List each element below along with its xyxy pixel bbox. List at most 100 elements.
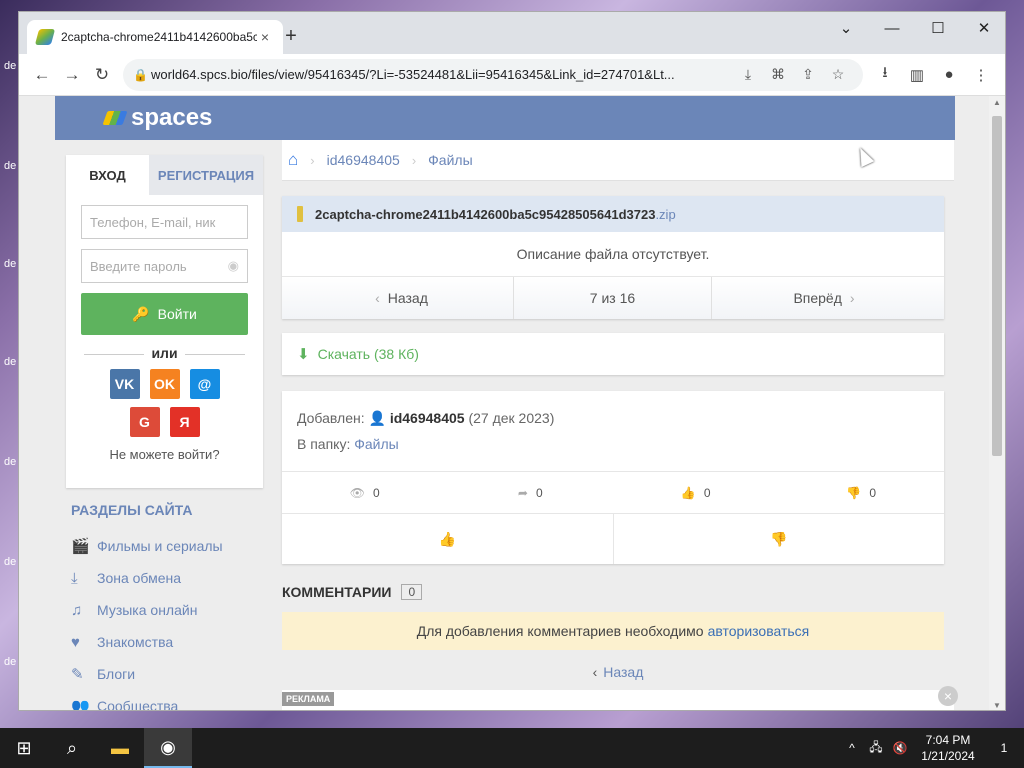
- thumbs-down-icon: 👎: [770, 530, 788, 547]
- breadcrumb-files[interactable]: Файлы: [428, 152, 472, 168]
- new-tab-button[interactable]: +: [279, 25, 303, 49]
- views-stat: 👁 0: [282, 472, 448, 513]
- folder-link[interactable]: Файлы: [354, 436, 398, 452]
- logo-text: spaces: [131, 104, 213, 131]
- search-icon[interactable]: ⌕: [48, 728, 96, 768]
- social-row-2: G Я: [66, 407, 263, 437]
- scroll-down-icon[interactable]: ▼: [993, 701, 1001, 710]
- section-item-exchange[interactable]: ⤓ Зона обмена: [66, 562, 263, 594]
- comments-title: КОММЕНТАРИИ: [282, 584, 392, 600]
- section-item-dating[interactable]: ♥ Знакомства: [66, 626, 263, 658]
- install-app-icon[interactable]: ⤓: [733, 66, 763, 83]
- address-bar[interactable]: 🔒 world64.spcs.bio/files/view/95416345/?…: [123, 58, 863, 91]
- downloads-icon[interactable]: ⭳: [869, 62, 901, 87]
- maximize-button[interactable]: ☐: [915, 16, 961, 42]
- bookmark-star-icon[interactable]: ☆: [823, 66, 853, 83]
- minimize-button[interactable]: —: [869, 16, 915, 42]
- ok-login-icon[interactable]: OK: [149, 369, 180, 399]
- section-item-films[interactable]: 🎬 Фильмы и сериалы: [66, 530, 263, 562]
- scrollbar-thumb[interactable]: [992, 116, 1002, 456]
- site-favicon-icon: [34, 29, 56, 45]
- cant-login-link[interactable]: Не можете войти?: [66, 447, 263, 462]
- network-icon[interactable]: 🖧: [864, 738, 888, 759]
- chrome-taskbar-icon[interactable]: ◉: [144, 728, 192, 768]
- download-button[interactable]: ⬇ Скачать (38 Кб): [282, 333, 944, 375]
- windows-start-icon[interactable]: ⊞: [0, 728, 48, 768]
- next-file-button[interactable]: Вперёд ›: [712, 277, 944, 319]
- vote-buttons: 👍 👎: [282, 514, 944, 564]
- password-input[interactable]: Введите пароль ◉: [81, 249, 248, 283]
- site-container: spaces ВХОД РЕГИСТРАЦИЯ Телефон, E-mail,…: [55, 96, 958, 711]
- tab-close-icon[interactable]: ×: [257, 29, 273, 45]
- folder-row: В папку: Файлы: [297, 431, 929, 457]
- thumbs-up-icon: 👍: [438, 530, 456, 547]
- ad-banner: РЕКЛАМА ×: [282, 686, 958, 710]
- section-label: Знакомства: [97, 634, 174, 650]
- thumbs-down-icon: 👎: [846, 485, 862, 500]
- notification-center-icon[interactable]: 1: [984, 741, 1024, 755]
- added-user-link[interactable]: id46948405: [390, 410, 465, 426]
- translate-icon[interactable]: ⌘: [763, 66, 793, 83]
- tab-search-button[interactable]: ⌄: [823, 16, 869, 42]
- social-row-1: VK OK @: [66, 369, 263, 399]
- url-text[interactable]: world64.spcs.bio/files/view/95416345/?Li…: [151, 67, 733, 82]
- tray-chevron-icon[interactable]: ^: [840, 741, 864, 755]
- browser-tab[interactable]: 2captcha-chrome2411b4142600ba5c954285056…: [27, 20, 283, 54]
- share-icon[interactable]: ⇪: [793, 66, 823, 83]
- side-panel-icon[interactable]: ▥: [901, 66, 933, 84]
- file-header: 2captcha-chrome2411b4142600ba5c954285056…: [282, 196, 944, 232]
- menu-icon[interactable]: ⋮: [965, 66, 997, 84]
- file-explorer-icon[interactable]: ▬: [96, 728, 144, 768]
- dislike-button[interactable]: 👎: [614, 514, 945, 564]
- comments-header: КОММЕНТАРИИ 0: [282, 584, 954, 600]
- page-scrollbar[interactable]: ▲ ▼: [989, 96, 1005, 710]
- scroll-up-icon[interactable]: ▲: [993, 98, 1001, 107]
- likes-stat[interactable]: 👍 0: [613, 472, 779, 513]
- phone-email-placeholder: Телефон, E-mail, ник: [90, 214, 216, 230]
- prev-file-button[interactable]: ‹ Назад: [282, 277, 514, 319]
- file-card: 2captcha-chrome2411b4142600ba5c954285056…: [282, 196, 944, 319]
- authorize-link[interactable]: авторизоваться: [708, 623, 810, 639]
- section-item-blogs[interactable]: ✎ Блоги: [66, 658, 263, 690]
- login-button[interactable]: 🔑 Войти: [81, 293, 248, 335]
- home-icon[interactable]: ⌂: [288, 150, 298, 170]
- vk-login-icon[interactable]: VK: [109, 369, 140, 399]
- tab-register[interactable]: РЕГИСТРАЦИЯ: [149, 155, 263, 195]
- site-logo[interactable]: spaces: [102, 104, 213, 132]
- reload-icon[interactable]: ↻: [87, 60, 117, 90]
- file-name: 2captcha-chrome2411b4142600ba5c954285056…: [315, 206, 656, 222]
- yandex-login-icon[interactable]: Я: [169, 407, 200, 437]
- login-tabs: ВХОД РЕГИСТРАЦИЯ: [66, 155, 263, 195]
- login-box: ВХОД РЕГИСТРАЦИЯ Телефон, E-mail, ник Вв…: [66, 155, 263, 488]
- shares-stat[interactable]: ➦ 0: [448, 472, 614, 513]
- phone-email-input[interactable]: Телефон, E-mail, ник: [81, 205, 248, 239]
- section-item-communities[interactable]: 👥 Сообщества: [66, 690, 263, 711]
- tab-login[interactable]: ВХОД: [66, 155, 149, 195]
- breadcrumb-user[interactable]: id46948405: [327, 152, 400, 168]
- key-icon: 🔑: [132, 305, 150, 322]
- google-login-icon[interactable]: G: [129, 407, 160, 437]
- show-password-eye-icon[interactable]: ◉: [228, 258, 239, 274]
- mailru-login-icon[interactable]: @: [189, 369, 220, 399]
- close-window-button[interactable]: ✕: [961, 16, 1005, 42]
- profile-icon[interactable]: ●: [933, 66, 965, 83]
- breadcrumb-chevron-icon: ›: [411, 152, 417, 168]
- file-description: Описание файла отсутствует.: [282, 232, 944, 277]
- like-button[interactable]: 👍: [282, 514, 614, 564]
- section-label: Музыка онлайн: [97, 602, 198, 618]
- sections-title: РАЗДЕЛЫ САЙТА: [71, 502, 193, 518]
- back-icon[interactable]: ←: [27, 60, 57, 90]
- lock-icon[interactable]: 🔒: [133, 68, 151, 82]
- forward-icon[interactable]: →: [57, 60, 87, 90]
- dislikes-stat[interactable]: 👎 0: [779, 472, 945, 513]
- back-link[interactable]: ‹ Назад: [282, 664, 954, 680]
- logo-mark-icon: [102, 111, 128, 125]
- section-label: Сообщества: [97, 698, 179, 711]
- main-column: ⌂ › id46948405 › Файлы 2captcha-chrome24…: [282, 140, 954, 680]
- folder-label: В папку:: [297, 436, 351, 452]
- section-item-music[interactable]: ♫ Музыка онлайн: [66, 594, 263, 626]
- clock[interactable]: 7:04 PM 1/21/2024: [912, 732, 984, 764]
- left-column: ВХОД РЕГИСТРАЦИЯ Телефон, E-mail, ник Вв…: [66, 155, 263, 711]
- volume-icon[interactable]: 🔇: [888, 741, 912, 755]
- ad-close-icon[interactable]: ×: [938, 686, 958, 706]
